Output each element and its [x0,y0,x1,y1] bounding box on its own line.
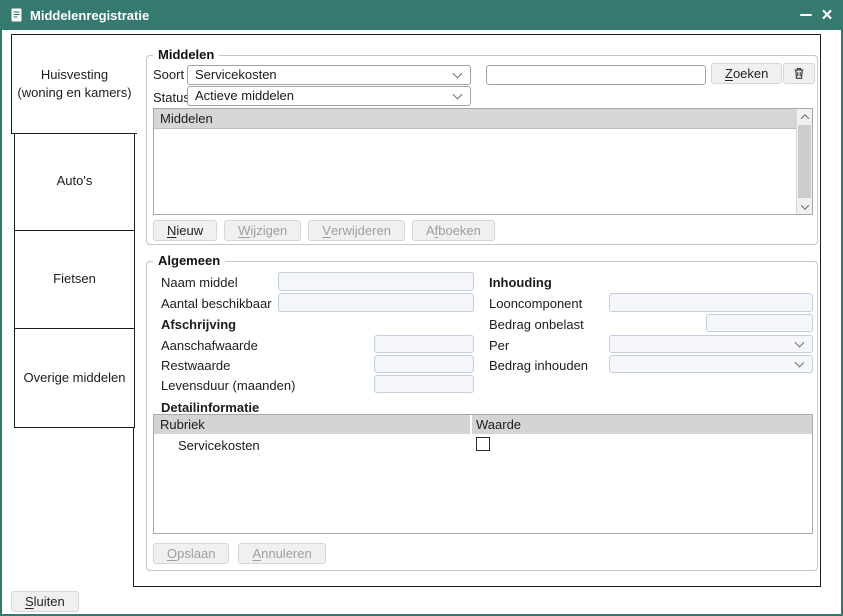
restwaarde-label: Restwaarde [161,358,230,373]
afschrijving-heading: Afschrijving [161,317,236,332]
rubriek-cell: Servicekosten [178,438,260,453]
bedrag-inhouden-select[interactable] [609,355,813,373]
waarde-checkbox[interactable] [476,437,490,451]
per-label: Per [489,338,509,353]
detailinformatie-heading: Detailinformatie [161,400,259,415]
naam-middel-label: Naam middel [161,275,238,290]
chevron-down-icon [795,358,805,368]
column-rubriek: Rubriek [154,415,470,434]
close-button[interactable]: × [816,0,838,30]
list-scrollbar[interactable] [796,109,812,214]
levensduur-label: Levensduur (maanden) [161,378,295,393]
status-label: Status [153,90,190,105]
algemeen-group: Algemeen Naam middel Aantal beschikbaar … [146,261,818,571]
algemeen-group-legend: Algemeen [153,253,225,268]
bedrag-inhouden-label: Bedrag inhouden [489,358,588,373]
window-title: Middelenregistratie [30,8,149,23]
naam-middel-input[interactable] [278,272,474,291]
verwijderen-button[interactable]: Verwijderen [308,220,405,241]
looncomponent-label: Looncomponent [489,296,582,311]
close-icon: × [821,6,832,25]
afboeken-button[interactable]: Afboeken [412,220,495,241]
scroll-up-button[interactable] [797,109,812,124]
titlebar: Middelenregistratie × [0,0,843,30]
middelen-listbox[interactable]: Middelen [153,108,813,215]
soort-label: Soort [153,67,184,82]
chevron-down-icon [453,69,463,79]
chevron-down-icon [800,201,808,209]
aanschafwaarde-label: Aanschafwaarde [161,338,258,353]
levensduur-input[interactable] [374,375,474,393]
soort-select-value: Servicekosten [195,67,277,82]
per-select[interactable] [609,335,813,353]
middelen-group-legend: Middelen [153,47,219,62]
aantal-beschikbaar-input[interactable] [278,293,474,312]
scroll-down-button[interactable] [797,199,812,214]
bedrag-onbelast-label: Bedrag onbelast [489,317,584,332]
delete-button[interactable] [783,63,815,84]
detail-table-header: Rubriek Waarde [154,415,812,434]
status-select-value: Actieve middelen [195,88,294,103]
chevron-down-icon [453,90,463,100]
aantal-beschikbaar-label: Aantal beschikbaar [161,296,272,311]
search-input[interactable] [486,65,706,85]
tab-huisvesting[interactable]: Huisvesting (woning en kamers) [11,34,137,134]
tab-overige-middelen[interactable]: Overige middelen [14,328,135,428]
restwaarde-input[interactable] [374,355,474,373]
soort-select[interactable]: Servicekosten [187,65,471,85]
column-waarde: Waarde [472,415,812,434]
chevron-up-icon [800,114,808,122]
nieuw-button[interactable]: Nieuw [153,220,217,241]
wijzigen-button[interactable]: Wijzigen [224,220,301,241]
middelen-group: Middelen Soort Servicekosten Zoeken Stat… [146,55,818,245]
annuleren-button[interactable]: Annuleren [238,543,325,564]
table-row[interactable]: Servicekosten [154,434,812,458]
minimize-icon [800,14,812,16]
aanschafwaarde-input[interactable] [374,335,474,353]
minimize-button[interactable] [794,0,818,30]
document-icon [10,7,23,23]
inhouding-heading: Inhouding [489,275,552,290]
bedrag-onbelast-input[interactable] [706,314,813,332]
chevron-down-icon [795,338,805,348]
save-actions: Opslaan Annuleren [153,543,326,564]
middelenregistratie-window: Middelenregistratie × Huisvesting (wonin… [0,0,843,616]
scrollbar-thumb[interactable] [798,125,811,198]
sluiten-button[interactable]: Sluiten [11,591,79,612]
middelen-list-header: Middelen [154,109,796,129]
tab-fietsen[interactable]: Fietsen [14,230,135,330]
zoeken-button[interactable]: Zoeken [711,63,782,84]
opslaan-button[interactable]: Opslaan [153,543,229,564]
status-select[interactable]: Actieve middelen [187,86,471,106]
trash-icon [792,66,806,81]
tab-autos[interactable]: Auto's [14,132,135,232]
looncomponent-input[interactable] [609,293,813,312]
middelen-actions: Nieuw Wijzigen Verwijderen Afboeken [153,220,495,241]
detail-table: Rubriek Waarde Servicekosten [153,414,813,534]
